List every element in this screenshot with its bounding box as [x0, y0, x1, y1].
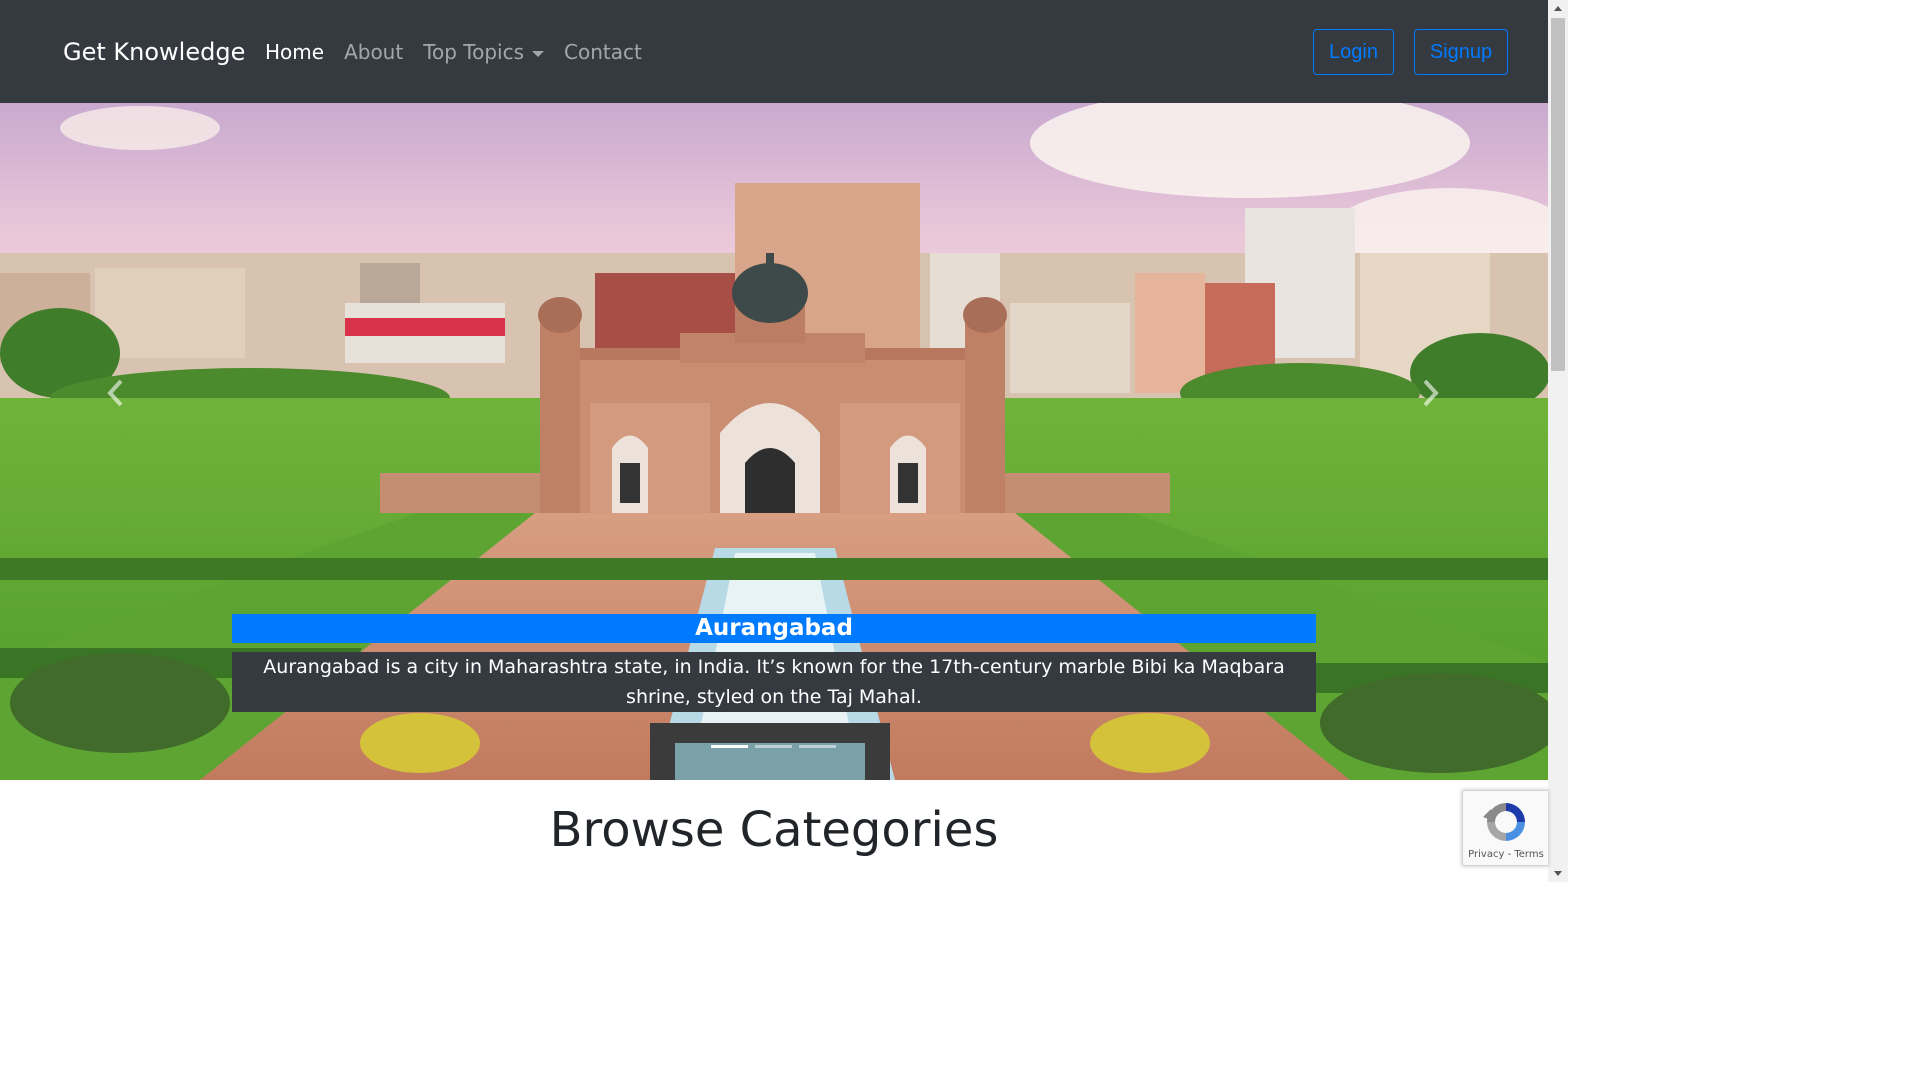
caret-down-icon [532, 50, 545, 57]
browse-categories-heading: Browse Categories [549, 802, 999, 858]
carousel-indicator[interactable] [799, 745, 836, 748]
carousel-indicators [711, 745, 843, 748]
recaptcha-separator: - [1504, 849, 1515, 860]
recaptcha-badge[interactable]: Privacy - Terms [1462, 790, 1548, 866]
page-scrollbar[interactable] [1548, 0, 1568, 882]
navbar: Get Knowledge Home About Top Topics Cont… [0, 0, 1548, 103]
login-button[interactable]: Login [1313, 29, 1394, 75]
carousel-caption-text: Aurangabad is a city in Maharashtra stat… [232, 652, 1316, 712]
carousel-indicator[interactable] [755, 745, 792, 748]
scroll-down-arrow[interactable] [1548, 865, 1568, 882]
triangle-down-icon [1554, 871, 1562, 876]
recaptcha-terms-link[interactable]: Terms [1514, 849, 1543, 860]
carousel-caption-title: Aurangabad [232, 614, 1316, 643]
recaptcha-icon [1483, 803, 1525, 841]
nav-dropdown-top-topics[interactable]: Top Topics [423, 39, 545, 65]
scroll-up-arrow[interactable] [1548, 0, 1568, 17]
carousel-indicator[interactable] [711, 745, 748, 748]
nav-link-contact[interactable]: Contact [564, 39, 642, 65]
hero-carousel: Aurangabad Aurangabad is a city in Mahar… [0, 103, 1548, 780]
scroll-thumb[interactable] [1551, 18, 1565, 371]
carousel-next-control[interactable] [1400, 373, 1460, 413]
chevron-right-icon [1423, 379, 1439, 407]
signup-button[interactable]: Signup [1414, 29, 1508, 75]
triangle-up-icon [1554, 6, 1562, 11]
recaptcha-privacy-link[interactable]: Privacy [1468, 849, 1504, 860]
nav-link-about[interactable]: About [344, 39, 403, 65]
nav-dropdown-label: Top Topics [423, 40, 525, 64]
carousel-prev-control[interactable] [86, 373, 146, 413]
nav-links: Home About Top Topics Contact [265, 39, 662, 65]
nav-link-home[interactable]: Home [265, 39, 324, 65]
chevron-left-icon [107, 379, 123, 407]
recaptcha-links: Privacy - Terms [1463, 849, 1549, 860]
brand-logo[interactable]: Get Knowledge [63, 37, 245, 67]
